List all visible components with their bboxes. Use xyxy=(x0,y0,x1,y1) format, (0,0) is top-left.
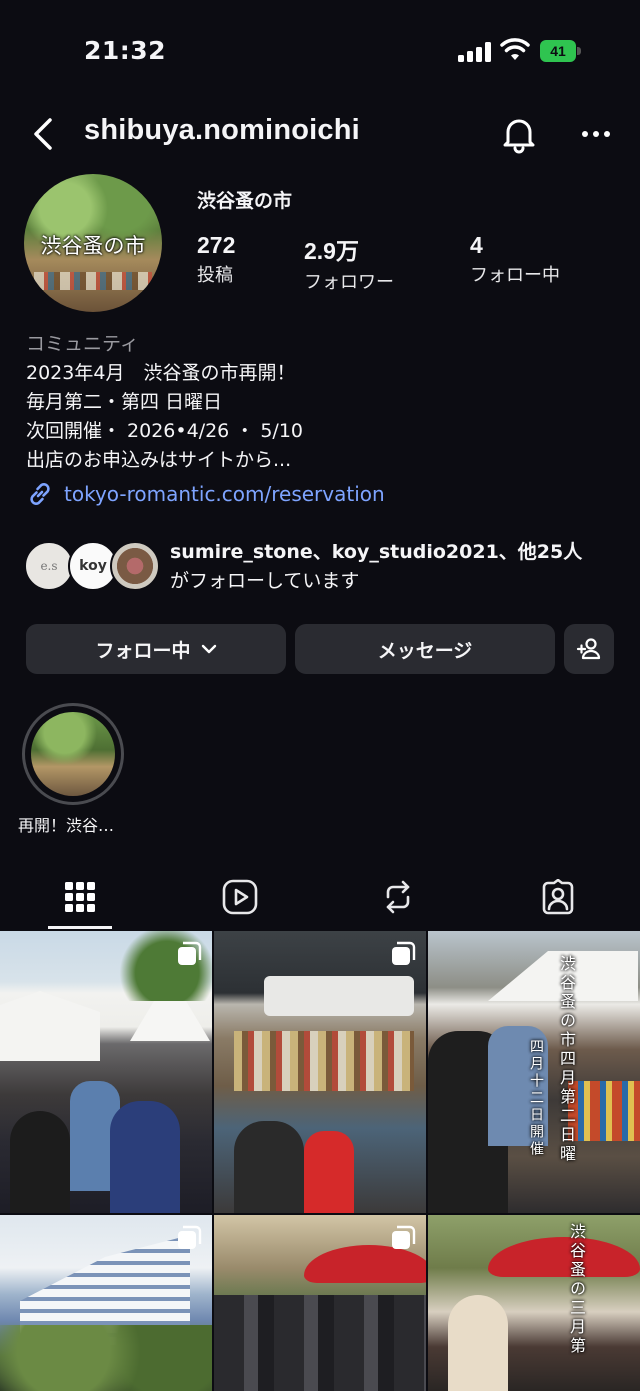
mutual-avatar xyxy=(110,541,160,591)
display-name: 渋谷蚤の市 xyxy=(197,190,293,212)
more-options-icon[interactable] xyxy=(580,120,612,148)
post-overlay-text: 四月十二日開催 xyxy=(528,1039,544,1158)
followers-count: 2.9万 xyxy=(304,238,359,264)
chevron-down-icon xyxy=(201,644,216,654)
followed-by-text[interactable]: sumire_stone、koy_studio2021、他25人 がフォローして… xyxy=(170,538,620,596)
profile-avatar[interactable]: 渋谷蚤の市 xyxy=(24,174,162,312)
tab-reels[interactable] xyxy=(160,872,320,922)
cellular-signal-icon xyxy=(458,42,491,62)
followers-label: フォロワー xyxy=(304,272,394,293)
stat-posts[interactable]: 272 投稿 xyxy=(197,232,235,287)
post-thumbnail[interactable] xyxy=(0,931,212,1213)
mutual-avatars[interactable]: e.s koy xyxy=(24,541,164,595)
carousel-icon xyxy=(178,941,202,965)
profile-bio: コミュニティ 2023年4月 渋谷蚤の市再開！ 毎月第二・第四 日曜日 次回開催… xyxy=(26,330,626,475)
posts-label: 投稿 xyxy=(197,265,233,286)
post-overlay-text: 渋谷蚤の三月第 xyxy=(567,1223,586,1356)
posts-count: 272 xyxy=(197,232,236,258)
highlight-cover xyxy=(31,712,115,796)
status-time: 21:32 xyxy=(84,36,167,65)
tab-posts-grid[interactable] xyxy=(0,872,160,922)
notification-bell-icon[interactable] xyxy=(500,114,538,154)
carousel-icon xyxy=(392,1225,416,1249)
avatar-logo-text: 渋谷蚤の市 xyxy=(40,234,146,258)
story-highlight[interactable] xyxy=(22,703,124,805)
highlight-label: 再開！渋谷… xyxy=(18,816,115,835)
carousel-icon xyxy=(178,1225,202,1249)
following-count: 4 xyxy=(470,232,483,258)
profile-link-text[interactable]: tokyo-romantic.com/reservation xyxy=(64,482,385,506)
bio-more[interactable]: 出店のお申込みはサイトから... xyxy=(26,446,626,475)
suggested-users-button[interactable] xyxy=(564,624,614,674)
post-thumbnail[interactable]: 渋谷蚤の市四月第二日曜 四月十二日開催 xyxy=(428,931,640,1213)
mutual-avatar: e.s xyxy=(24,541,74,591)
post-overlay-text: 渋谷蚤の市四月第二日曜 xyxy=(557,955,576,1164)
message-button[interactable]: メッセージ xyxy=(295,624,555,674)
profile-username: shibuya.nominoichi xyxy=(84,114,360,146)
battery-level: 41 xyxy=(540,40,576,62)
active-tab-indicator xyxy=(48,926,112,929)
following-button[interactable]: フォロー中 xyxy=(26,624,286,674)
tagged-icon xyxy=(542,879,574,915)
stat-following[interactable]: 4 フォロー中 xyxy=(470,232,560,287)
reposts-icon xyxy=(386,880,410,914)
post-thumbnail[interactable]: 渋谷蚤の三月第 xyxy=(428,1215,640,1391)
add-person-icon xyxy=(576,638,601,660)
post-thumbnail[interactable] xyxy=(214,1215,426,1391)
post-thumbnail[interactable] xyxy=(0,1215,212,1391)
bio-line: 2023年4月 渋谷蚤の市再開！ xyxy=(26,362,296,384)
tab-reposts[interactable] xyxy=(318,872,478,922)
tab-tagged[interactable] xyxy=(478,872,638,922)
bio-line: 次回開催・ 2026•4/26 ・ 5/10 xyxy=(26,420,304,442)
followed-by-names: sumire_stone、koy_studio2021、他25人 xyxy=(170,541,583,563)
reels-icon xyxy=(222,879,258,915)
following-label: フォロー中 xyxy=(470,265,560,286)
link-icon xyxy=(30,483,50,505)
grid-icon xyxy=(65,882,95,912)
battery-indicator: 41 xyxy=(540,40,582,62)
followed-by-suffix: がフォローしています xyxy=(170,570,360,592)
message-button-label: メッセージ xyxy=(377,639,473,662)
carousel-icon xyxy=(392,941,416,965)
profile-category: コミュニティ xyxy=(26,333,139,355)
post-thumbnail[interactable] xyxy=(214,931,426,1213)
following-button-label: フォロー中 xyxy=(95,639,191,662)
wifi-icon xyxy=(500,38,530,60)
stat-followers[interactable]: 2.9万 フォロワー xyxy=(304,232,394,294)
profile-link[interactable]: tokyo-romantic.com/reservation xyxy=(26,480,385,508)
back-arrow-icon[interactable] xyxy=(30,114,60,154)
bio-line: 毎月第二・第四 日曜日 xyxy=(26,391,223,413)
